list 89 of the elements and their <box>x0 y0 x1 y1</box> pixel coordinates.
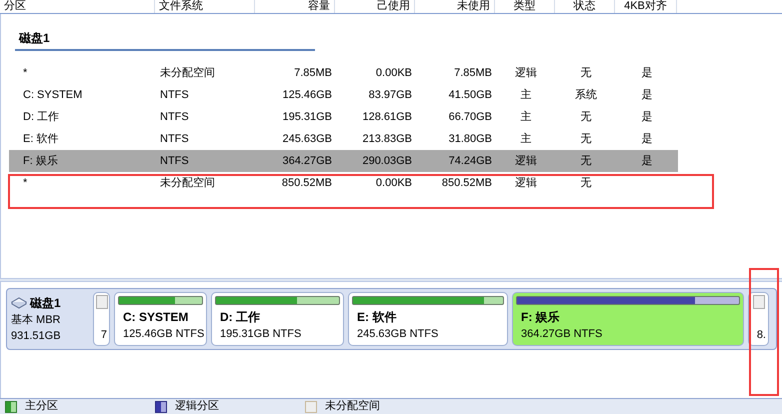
partition-detail: 125.46GB NTFS <box>122 326 203 342</box>
table-cell: * <box>23 66 28 79</box>
column-header[interactable]: 4KB对齐 <box>615 0 677 13</box>
disk-group-title: 磁盘1 <box>15 30 315 51</box>
table-cell: 主 <box>520 110 532 123</box>
disk-size: 931.51GB <box>11 329 62 344</box>
table-cell: F: 娱乐 <box>23 154 58 167</box>
table-cell: 195.31GB <box>282 110 332 123</box>
table-cell: 未分配空间 <box>160 176 215 189</box>
table-cell: 是 <box>642 132 652 145</box>
column-header[interactable]: 分区 <box>0 0 155 13</box>
partition-block[interactable]: E: 软件 245.63GB NTFS <box>348 292 508 346</box>
table-cell: 66.70GB <box>448 110 492 123</box>
table-row[interactable]: C: SYSTEM NTFS 125.46GB 83.97GB 41.50GB 主 系统 是 <box>9 84 678 106</box>
column-header[interactable]: 容量 <box>255 0 335 13</box>
table-cell: 未分配空间 <box>160 66 215 79</box>
table-cell: C: SYSTEM <box>23 88 82 101</box>
unallocated-block[interactable]: 7 <box>93 292 110 346</box>
table-cell: 0.00KB <box>376 66 412 79</box>
partition-name: E: 软件 <box>356 308 398 326</box>
partition-name: C: SYSTEM <box>122 308 190 326</box>
partition-size-label: 8. <box>756 328 766 342</box>
table-row[interactable]: D: 工作 NTFS 195.31GB 128.61GB 66.70GB 主 无 是 <box>9 106 678 128</box>
table-row[interactable]: F: 娱乐 NTFS 364.27GB 290.03GB 74.24GB 逻辑 无 是 <box>9 150 678 172</box>
table-cell: 无 <box>580 176 592 189</box>
table-row[interactable]: E: 软件 NTFS 245.63GB 213.83GB 31.80GB 主 无 是 <box>9 128 678 150</box>
legend-label: 主分区 <box>25 398 58 414</box>
table-cell: 是 <box>642 154 652 167</box>
table-row[interactable]: * 未分配空间 7.85MB 0.00KB 7.85MB 逻辑 无 是 <box>9 62 678 84</box>
partition-name: D: 工作 <box>219 308 261 326</box>
table-cell: 125.46GB <box>282 88 332 101</box>
table-cell: 逻辑 <box>515 176 537 189</box>
table-cell: NTFS <box>160 88 189 101</box>
table-cell: D: 工作 <box>23 110 60 123</box>
table-cell: NTFS <box>160 110 189 123</box>
table-cell: 系统 <box>575 88 597 101</box>
table-cell: 7.85MB <box>294 66 332 79</box>
partition-detail: 364.27GB NTFS <box>520 326 604 342</box>
column-header[interactable]: 类型 <box>495 0 555 13</box>
disk-name: 磁盘1 <box>30 294 61 312</box>
table-cell: 128.61GB <box>362 110 412 123</box>
table-cell: 逻辑 <box>515 66 537 79</box>
partition-block[interactable]: F: 娱乐 364.27GB NTFS <box>512 292 744 346</box>
legend-label: 未分配空间 <box>325 398 380 414</box>
table-cell: 是 <box>642 66 652 79</box>
legend-swatch-icon <box>5 400 17 412</box>
table-cell: 逻辑 <box>515 154 537 167</box>
table-cell: * <box>23 176 28 189</box>
table-cell: 213.83GB <box>362 132 412 145</box>
column-header[interactable]: 未使用 <box>415 0 495 13</box>
unallocated-block[interactable]: 8. <box>748 292 769 346</box>
table-cell: 41.50GB <box>448 88 492 101</box>
table-cell: 74.24GB <box>448 154 492 167</box>
table-cell: 主 <box>520 132 532 145</box>
column-header[interactable]: 状态 <box>555 0 615 13</box>
table-cell: 是 <box>642 88 652 101</box>
table-cell: 无 <box>580 132 592 145</box>
legend-swatch-icon <box>155 400 167 412</box>
table-cell: 850.52MB <box>442 176 492 189</box>
column-header[interactable]: 文件系统 <box>155 0 255 13</box>
table-cell: 主 <box>520 88 532 101</box>
legend-label: 逻辑分区 <box>175 399 219 414</box>
splitter[interactable] <box>0 278 782 282</box>
table-cell: 0.00KB <box>376 176 412 189</box>
column-header[interactable]: 己使用 <box>335 0 415 13</box>
partition-size-label: 7 <box>100 328 107 342</box>
partition-block[interactable]: C: SYSTEM 125.46GB NTFS <box>114 292 207 346</box>
table-cell: 无 <box>580 66 592 79</box>
table-cell: NTFS <box>160 132 189 145</box>
table-cell: 31.80GB <box>448 132 492 145</box>
unallocated-icon <box>752 295 764 309</box>
table-cell: NTFS <box>160 154 189 167</box>
table-cell: 850.52MB <box>282 176 332 189</box>
table-cell: 是 <box>642 110 652 123</box>
table-cell: 无 <box>580 154 592 167</box>
partition-detail: 245.63GB NTFS <box>356 326 440 342</box>
table-cell: 无 <box>580 110 592 123</box>
partition-detail: 195.31GB NTFS <box>219 326 302 342</box>
table-cell: 7.85MB <box>454 66 492 79</box>
partition-block[interactable]: D: 工作 195.31GB NTFS <box>211 292 344 346</box>
disk-scheme: 基本 MBR <box>11 312 62 328</box>
unallocated-icon <box>96 295 108 309</box>
table-row[interactable]: * 未分配空间 850.52MB 0.00KB 850.52MB 逻辑 无 <box>9 172 678 194</box>
table-cell: E: 软件 <box>23 132 58 145</box>
table-cell: 290.03GB <box>362 154 412 167</box>
table-cell: 245.63GB <box>282 132 332 145</box>
partition-name: F: 娱乐 <box>520 308 561 326</box>
table-cell: 83.97GB <box>368 88 412 101</box>
table-cell: 364.27GB <box>282 154 332 167</box>
